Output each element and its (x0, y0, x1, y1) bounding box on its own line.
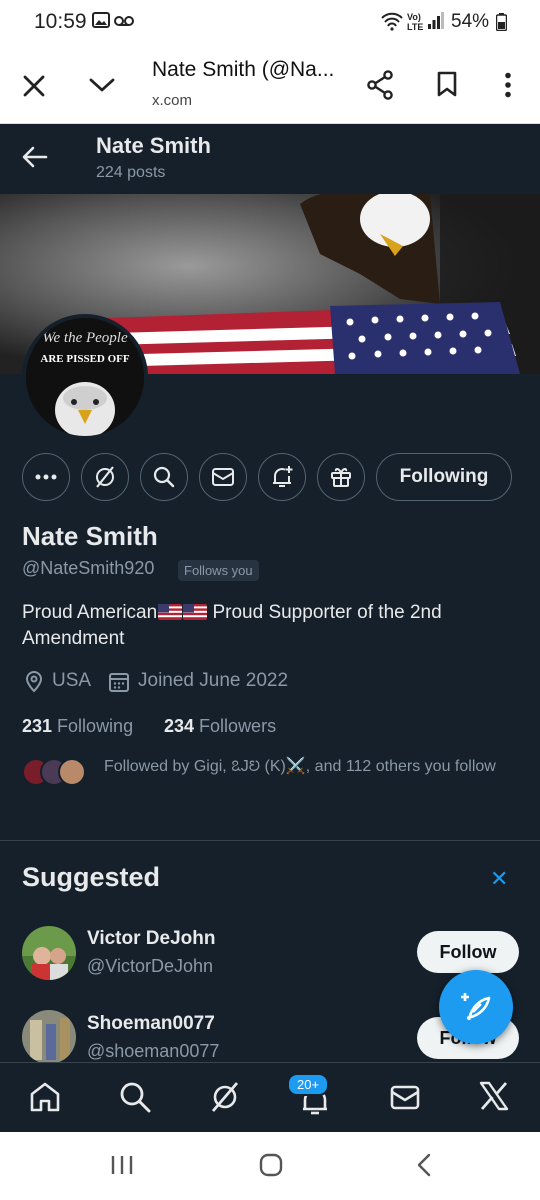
notifications-subscribe-button[interactable] (258, 453, 306, 501)
close-icon[interactable] (22, 74, 46, 98)
avatar-text-top: We the People (42, 330, 128, 346)
signal-icon (428, 12, 444, 29)
gift-button[interactable] (317, 453, 365, 501)
more-horizontal-icon (35, 474, 57, 480)
more-vertical-icon[interactable] (504, 72, 512, 98)
suggested-user-handle: @VictorDeJohn (87, 956, 213, 976)
section-divider (0, 840, 540, 841)
messages-mail-icon[interactable] (389, 1081, 421, 1113)
status-time: 10:59 (34, 10, 87, 33)
home-button-icon[interactable] (259, 1153, 283, 1177)
battery-icon (496, 13, 507, 31)
message-button[interactable] (199, 453, 247, 501)
compose-post-button[interactable] (439, 970, 513, 1044)
grok-icon[interactable] (209, 1081, 241, 1113)
voicemail-icon (114, 16, 134, 26)
profile-avatar[interactable]: We the People ARE PISSED OFF (22, 314, 148, 440)
grok-button[interactable] (81, 453, 129, 501)
profile-location: USA (52, 670, 92, 691)
suggested-user-name[interactable]: Shoeman0077 (87, 1013, 215, 1035)
system-navigation-bar (0, 1132, 540, 1200)
suggested-user-avatar[interactable] (22, 926, 76, 980)
follows-you-badge: Follows you (178, 560, 259, 581)
gallery-icon (92, 12, 110, 28)
share-icon[interactable] (366, 70, 394, 100)
followers-count: 234 (164, 716, 195, 736)
suggested-user-name[interactable]: Victor DeJohn (87, 928, 215, 950)
browser-url[interactable]: x.com (152, 92, 192, 109)
home-icon[interactable] (29, 1081, 61, 1113)
following-count-link[interactable]: 231 Following (22, 716, 133, 737)
suggested-title: Suggested (22, 862, 161, 892)
bell-plus-icon (273, 466, 293, 487)
following-button[interactable]: Following (376, 453, 512, 501)
compose-feather-icon (461, 993, 491, 1021)
browser-page-title: Nate Smith (@Na... (152, 58, 335, 81)
header-name: Nate Smith (96, 133, 211, 158)
gift-icon (331, 467, 351, 487)
bio-text-part1: Proud American (22, 602, 158, 623)
x-logo-icon[interactable] (479, 1081, 509, 1111)
follower-avatar (58, 758, 86, 786)
back-button-icon[interactable] (416, 1153, 432, 1177)
more-options-button[interactable] (22, 453, 70, 501)
profile-handle: @NateSmith920 (22, 558, 155, 578)
status-bar: 10:59 Vo) LTE 54% (0, 0, 540, 46)
following-count: 231 (22, 716, 53, 736)
profile-bio: Proud American Proud Supporter of the 2n… (22, 600, 512, 652)
us-flag-icon (183, 604, 208, 620)
battery-percent: 54% (451, 11, 490, 32)
volte-icon: Vo) LTE (407, 12, 424, 32)
following-label: Following (52, 716, 134, 736)
mail-icon (212, 468, 234, 486)
follow-button[interactable]: Follow (417, 931, 519, 973)
suggested-user-avatar[interactable] (22, 1010, 76, 1064)
avatar-text-bottom: ARE PISSED OFF (40, 353, 130, 365)
bottom-navigation (0, 1062, 540, 1132)
notifications-badge: 20+ (287, 1073, 330, 1096)
wifi-icon (381, 12, 403, 31)
search-icon (153, 466, 175, 488)
chevron-down-icon[interactable] (88, 76, 116, 94)
search-icon[interactable] (119, 1081, 151, 1113)
recent-apps-icon[interactable] (110, 1154, 134, 1176)
us-flag-icon (158, 604, 183, 620)
followers-label: Followers (194, 716, 277, 736)
header-post-count: 224 posts (96, 164, 166, 181)
profile-header: Nate Smith 224 posts (0, 124, 540, 194)
bookmark-icon[interactable] (436, 70, 458, 98)
profile-joined-date: Joined June 2022 (138, 670, 289, 691)
back-arrow-icon[interactable] (22, 146, 48, 168)
suggested-user-handle: @shoeman0077 (87, 1041, 220, 1061)
calendar-icon (109, 673, 129, 692)
profile-name: Nate Smith (22, 521, 158, 551)
followers-count-link[interactable]: 234 Followers (164, 716, 276, 737)
search-profile-button[interactable] (140, 453, 188, 501)
location-icon (25, 671, 43, 693)
dismiss-suggested-button[interactable]: ✕ (490, 866, 508, 892)
followed-by-text[interactable]: Followed by Gigi, ꢣJꢤ (K)⚔️, and 112 oth… (104, 756, 514, 777)
grok-icon (96, 466, 114, 488)
browser-toolbar: Nate Smith (@Na... x.com (0, 46, 540, 124)
